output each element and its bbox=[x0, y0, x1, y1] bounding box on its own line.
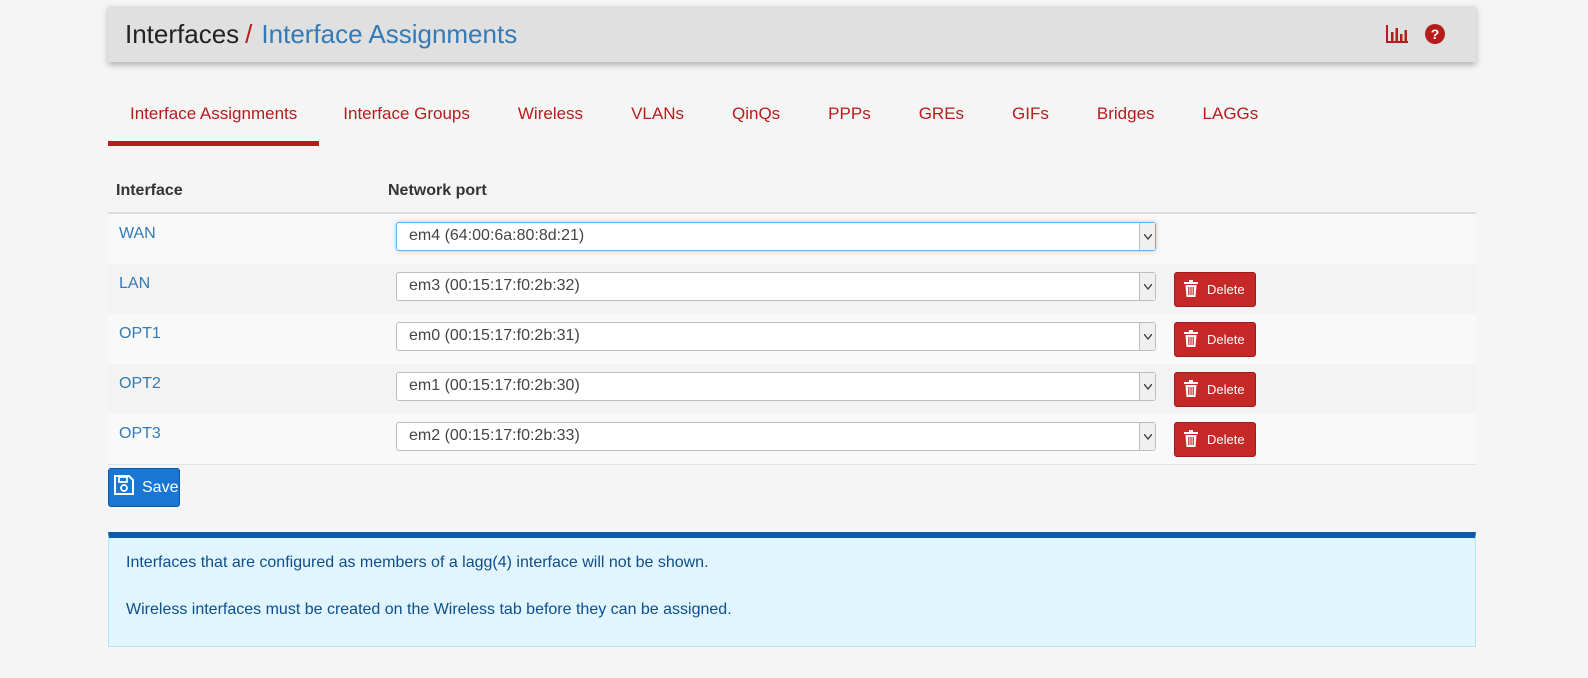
vertical-scrollbar[interactable] bbox=[1577, 0, 1588, 678]
interface-link-opt2[interactable]: OPT2 bbox=[119, 375, 161, 393]
delete-label: Delete bbox=[1207, 432, 1245, 447]
header-icons: ? bbox=[1384, 6, 1448, 62]
tab-interface-assignments[interactable]: Interface Assignments bbox=[108, 90, 320, 146]
delete-button-lan[interactable]: Delete bbox=[1174, 272, 1256, 307]
info-alert: Interfaces that are configured as member… bbox=[108, 532, 1476, 647]
breadcrumb-separator: / bbox=[245, 19, 253, 49]
delete-label: Delete bbox=[1207, 382, 1245, 397]
tab-laggs[interactable]: LAGGs bbox=[1179, 90, 1283, 146]
trash-icon bbox=[1184, 329, 1198, 350]
chevron-down-icon bbox=[1139, 373, 1155, 400]
select-value: em1 (00:15:17:f0:2b:30) bbox=[409, 377, 580, 394]
chevron-down-icon bbox=[1139, 323, 1155, 350]
info-text-wireless: Wireless interfaces must be created on t… bbox=[126, 601, 732, 618]
chevron-down-icon bbox=[1139, 223, 1155, 250]
table-row: OPT2 em1 (00:15:17:f0:2b:30) Delete bbox=[108, 364, 1476, 415]
table-row: WAN em4 (64:00:6a:80:8d:21) bbox=[108, 214, 1476, 265]
table-row: OPT3 em2 (00:15:17:f0:2b:33) Delete bbox=[108, 414, 1476, 465]
interface-link-lan[interactable]: LAN bbox=[119, 275, 150, 293]
tab-gres[interactable]: GREs bbox=[895, 90, 988, 146]
help-icon[interactable]: ? bbox=[1422, 21, 1448, 47]
tab-bar: Interface Assignments Interface Groups W… bbox=[108, 90, 1282, 146]
trash-icon bbox=[1184, 279, 1198, 300]
network-port-select-lan[interactable]: em3 (00:15:17:f0:2b:32) bbox=[396, 272, 1156, 301]
tab-interface-groups[interactable]: Interface Groups bbox=[319, 90, 494, 146]
tab-bridges[interactable]: Bridges bbox=[1073, 90, 1179, 146]
tab-gifs[interactable]: GIFs bbox=[988, 90, 1073, 146]
delete-button-opt1[interactable]: Delete bbox=[1174, 322, 1256, 357]
trash-icon bbox=[1184, 379, 1198, 400]
breadcrumb-current[interactable]: Interface Assignments bbox=[261, 19, 517, 49]
tab-vlans[interactable]: VLANs bbox=[607, 90, 708, 146]
network-port-select-wan[interactable]: em4 (64:00:6a:80:8d:21) bbox=[396, 222, 1156, 251]
delete-label: Delete bbox=[1207, 282, 1245, 297]
network-port-select-opt1[interactable]: em0 (00:15:17:f0:2b:31) bbox=[396, 322, 1156, 351]
delete-label: Delete bbox=[1207, 332, 1245, 347]
tab-qinqs[interactable]: QinQs bbox=[708, 90, 804, 146]
table-row: OPT1 em0 (00:15:17:f0:2b:31) Delete bbox=[108, 314, 1476, 365]
delete-button-opt2[interactable]: Delete bbox=[1174, 372, 1256, 407]
interface-link-opt3[interactable]: OPT3 bbox=[119, 425, 161, 443]
save-button[interactable]: Save bbox=[108, 468, 180, 507]
page-header: Interfaces / Interface Assignments ? bbox=[108, 6, 1476, 62]
column-header-network-port: Network port bbox=[388, 182, 487, 199]
select-value: em3 (00:15:17:f0:2b:32) bbox=[409, 277, 580, 294]
breadcrumb-root[interactable]: Interfaces bbox=[125, 19, 239, 49]
network-port-select-opt2[interactable]: em1 (00:15:17:f0:2b:30) bbox=[396, 372, 1156, 401]
column-header-interface: Interface bbox=[116, 182, 183, 199]
tab-ppps[interactable]: PPPs bbox=[804, 90, 895, 146]
select-value: em0 (00:15:17:f0:2b:31) bbox=[409, 327, 580, 344]
trash-icon bbox=[1184, 429, 1198, 450]
table-row: LAN em3 (00:15:17:f0:2b:32) Delete bbox=[108, 264, 1476, 315]
network-port-select-opt3[interactable]: em2 (00:15:17:f0:2b:33) bbox=[396, 422, 1156, 451]
chevron-down-icon bbox=[1139, 273, 1155, 300]
interface-link-wan[interactable]: WAN bbox=[119, 225, 156, 243]
info-text-lagg: Interfaces that are configured as member… bbox=[126, 554, 709, 571]
chevron-down-icon bbox=[1139, 423, 1155, 450]
bar-chart-icon[interactable] bbox=[1384, 21, 1410, 47]
interface-link-opt1[interactable]: OPT1 bbox=[119, 325, 161, 343]
svg-text:?: ? bbox=[1431, 26, 1440, 42]
save-icon bbox=[113, 474, 135, 501]
tab-wireless[interactable]: Wireless bbox=[494, 90, 607, 146]
select-value: em4 (64:00:6a:80:8d:21) bbox=[409, 227, 585, 244]
breadcrumb: Interfaces / Interface Assignments bbox=[125, 6, 517, 62]
save-label: Save bbox=[142, 478, 179, 496]
delete-button-opt3[interactable]: Delete bbox=[1174, 422, 1256, 457]
select-value: em2 (00:15:17:f0:2b:33) bbox=[409, 427, 580, 444]
table-header: Interface Network port bbox=[108, 172, 1476, 214]
